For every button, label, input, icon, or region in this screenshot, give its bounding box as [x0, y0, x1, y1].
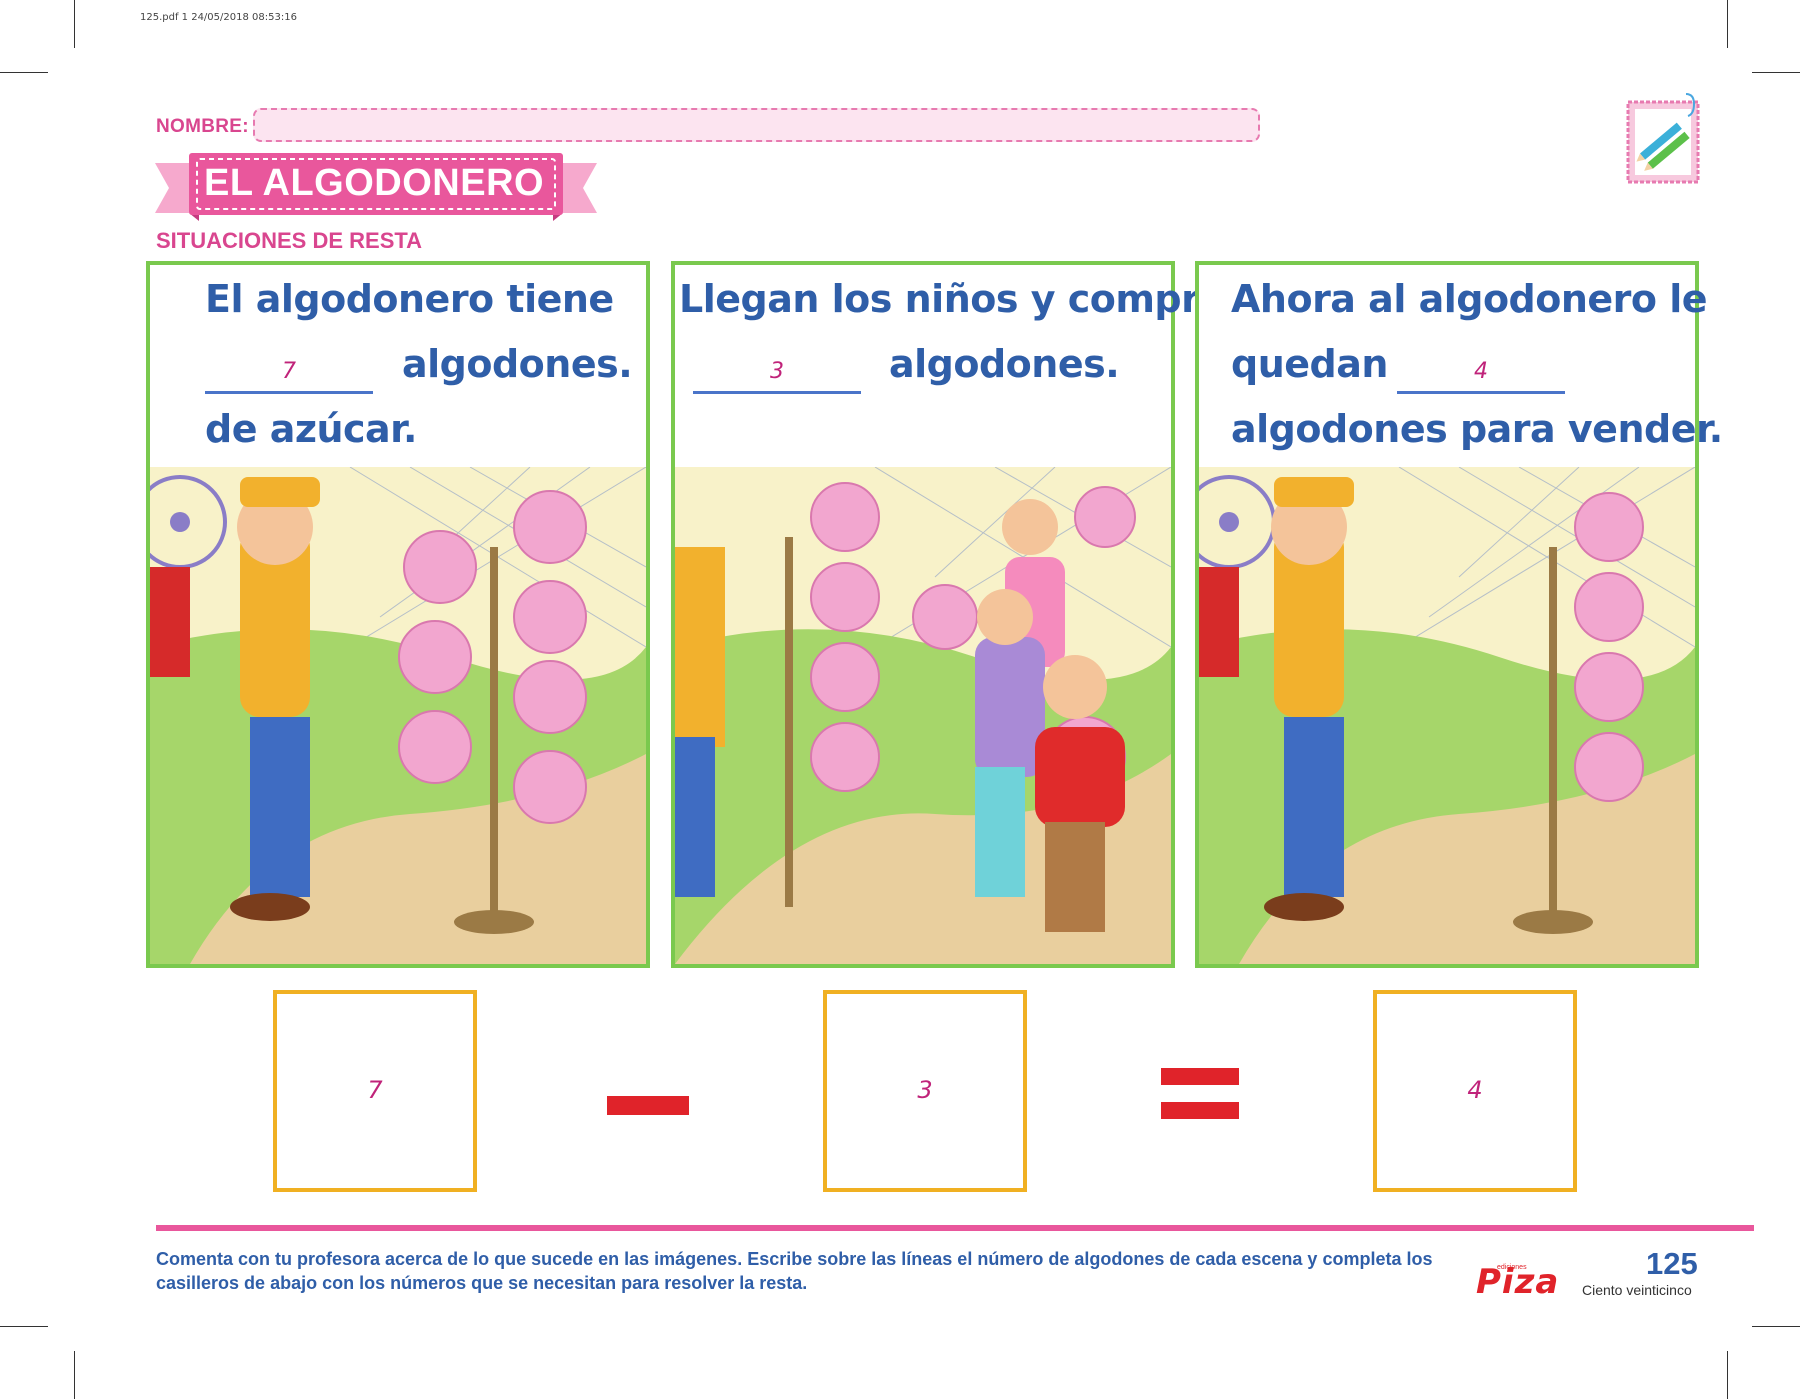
page-number: 125: [1646, 1246, 1698, 1281]
panel-3-line-3: algodones para vender.: [1231, 407, 1723, 451]
panel-3-line-2: quedan: [1231, 342, 1388, 386]
crop-mark: [0, 1326, 48, 1327]
instructions-text: Comenta con tu profesora acerca de lo qu…: [156, 1249, 1433, 1293]
panel-2-answer-line[interactable]: 3: [693, 359, 861, 394]
pencil-icon: [1626, 93, 1700, 184]
crop-mark: [1727, 1351, 1728, 1399]
minuend-value: 7: [367, 1076, 383, 1104]
crop-mark: [1752, 1326, 1800, 1327]
panel-3-text: Ahora al algodonero le quedan 4 algodone…: [1199, 265, 1723, 471]
name-field[interactable]: [253, 108, 1260, 142]
crop-mark: [1752, 72, 1800, 73]
scene-panel-2: Llegan los niños y compran 3 algodones.: [671, 261, 1252, 968]
panel-1-line-1: El algodonero tiene: [205, 277, 614, 321]
scene-panel-3: Ahora al algodonero le quedan 4 algodone…: [1195, 261, 1723, 968]
scene-panel-1: El algodonero tiene 7 algodones. de azúc…: [146, 261, 650, 968]
result-box[interactable]: 4: [1373, 990, 1577, 1192]
crop-mark: [0, 72, 48, 73]
print-metadata: 125.pdf 1 24/05/2018 08:53:16: [140, 12, 297, 23]
crop-mark: [74, 1351, 75, 1399]
panel-2-line-2: algodones.: [889, 342, 1120, 386]
subtrahend-box[interactable]: 3: [823, 990, 1027, 1192]
equals-sign-top-bar: [1161, 1068, 1239, 1085]
crop-mark: [74, 0, 75, 48]
panel-1-line-2: algodones.: [402, 342, 633, 386]
crop-mark: [1727, 0, 1728, 48]
scene-illustration-vendor-after: [1199, 467, 1695, 964]
equals-sign-bottom-bar: [1161, 1102, 1239, 1119]
subtrahend-value: 3: [917, 1076, 933, 1104]
result-value: 4: [1467, 1076, 1483, 1104]
panel-1-answer-line[interactable]: 7: [205, 359, 373, 394]
panel-2-answer: 3: [770, 359, 784, 384]
page-subtitle: SITUACIONES DE RESTA: [156, 228, 423, 253]
panel-1-answer: 7: [282, 359, 296, 384]
brand-logo: Piza: [1476, 1262, 1560, 1302]
footer-divider: [156, 1225, 1754, 1231]
page-title: EL ALGODONERO: [204, 162, 545, 204]
page-number-words: Ciento veinticinco: [1582, 1282, 1692, 1298]
name-label: NOMBRE:: [156, 116, 249, 137]
panel-1-text: El algodonero tiene 7 algodones. de azúc…: [150, 265, 646, 471]
panel-3-line-1: Ahora al algodonero le: [1231, 277, 1708, 321]
minus-sign: [607, 1096, 689, 1115]
panel-2-line-1: Llegan los niños y compran: [679, 277, 1252, 321]
panel-3-answer-line[interactable]: 4: [1397, 359, 1565, 394]
panel-2-text: Llegan los niños y compran 3 algodones.: [675, 265, 1252, 471]
scene-illustration-children: [675, 467, 1171, 964]
panel-3-answer: 4: [1474, 359, 1488, 384]
scene-illustration-vendor: [150, 467, 646, 964]
minuend-box[interactable]: 7: [273, 990, 477, 1192]
panel-1-line-3: de azúcar.: [205, 407, 417, 451]
